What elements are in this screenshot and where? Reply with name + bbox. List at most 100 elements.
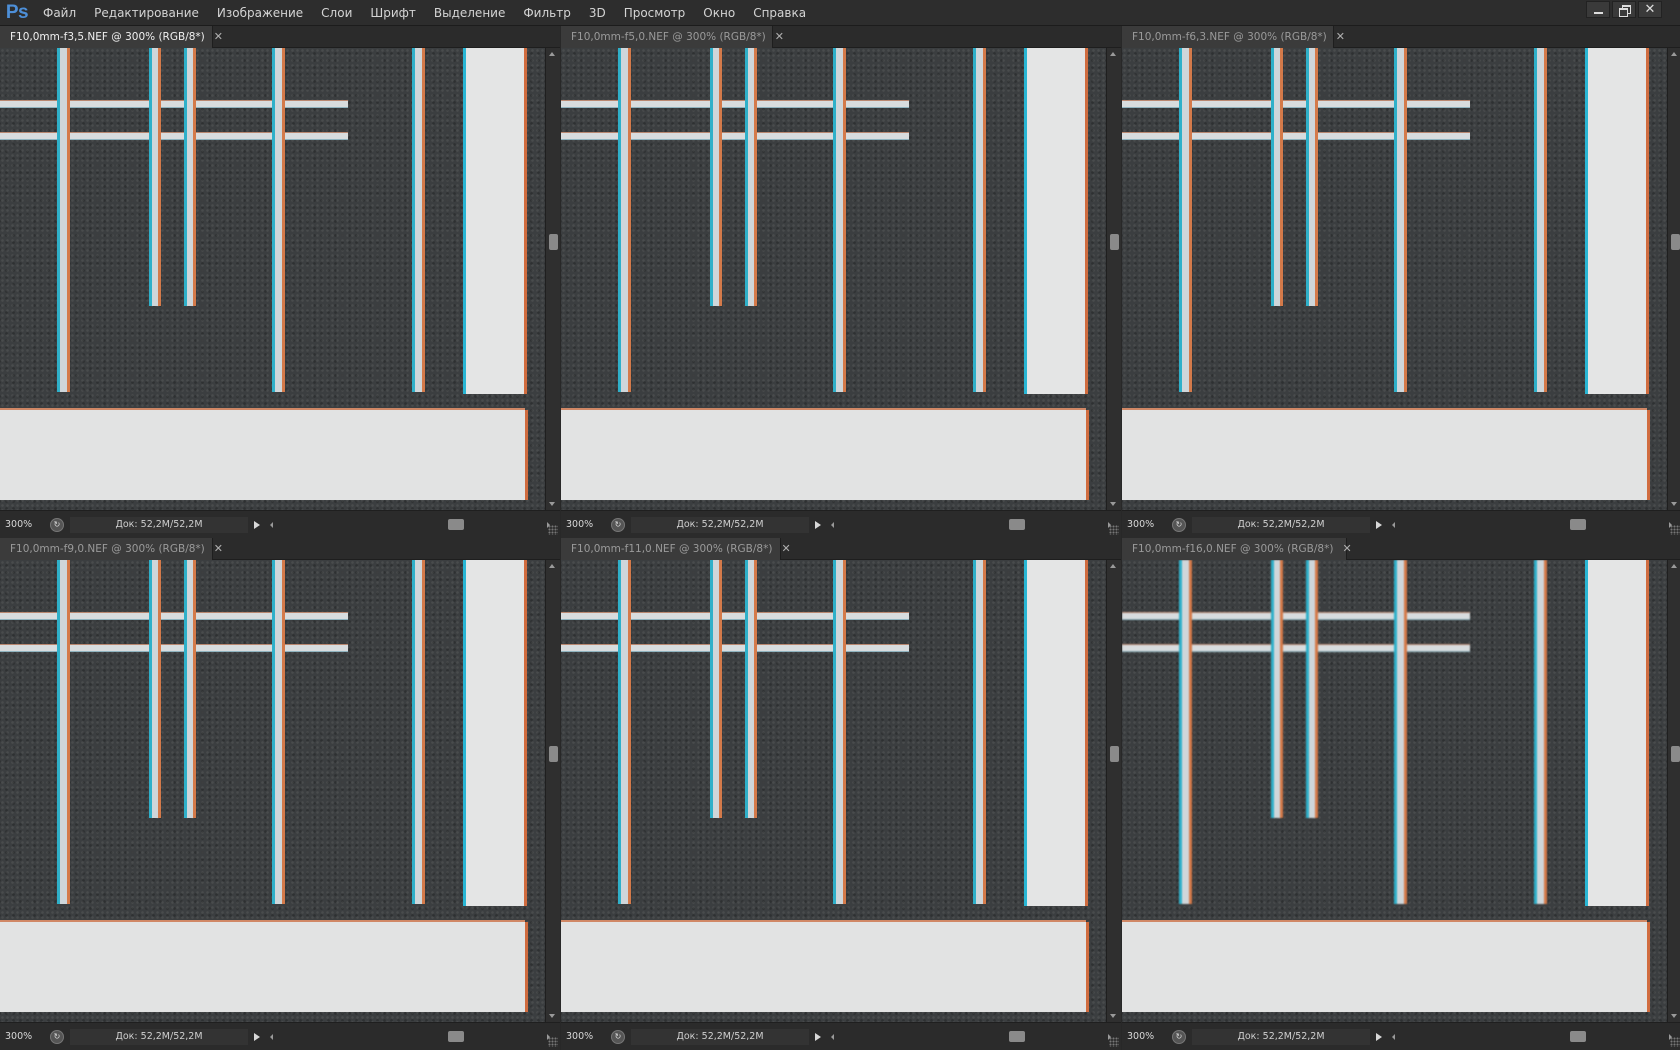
vertical-scrollbar[interactable] bbox=[1667, 560, 1680, 1022]
document-window-6[interactable]: F10,0mm-f16,0.NEF @ 300% (RGB/8*) ✕ 300% … bbox=[1122, 538, 1680, 1050]
scroll-down-arrow-icon[interactable] bbox=[1671, 502, 1677, 506]
status-menu-icon[interactable]: ↻ bbox=[611, 1029, 625, 1044]
document-window-3[interactable]: F10,0mm-f6,3.NEF @ 300% (RGB/8*) ✕ 300% ↻… bbox=[1122, 26, 1680, 538]
resize-grip-icon[interactable] bbox=[1670, 525, 1680, 535]
status-menu-arrow-icon[interactable] bbox=[254, 1032, 260, 1041]
document-tab-label[interactable]: F10,0mm-f16,0.NEF @ 300% (RGB/8*) ✕ bbox=[1132, 538, 1352, 560]
status-menu-icon[interactable]: ↻ bbox=[50, 1029, 64, 1044]
horizontal-scroll-thumb[interactable] bbox=[448, 518, 464, 530]
vertical-scroll-thumb[interactable] bbox=[1110, 746, 1119, 762]
vertical-scrollbar[interactable] bbox=[1106, 48, 1121, 510]
horizontal-scroll-thumb[interactable] bbox=[1570, 518, 1586, 530]
menu-file[interactable]: Файл bbox=[34, 0, 85, 26]
resize-grip-icon[interactable] bbox=[1109, 1037, 1119, 1047]
resize-grip-icon[interactable] bbox=[1109, 525, 1119, 535]
scroll-down-arrow-icon[interactable] bbox=[1110, 1014, 1116, 1018]
document-window-5[interactable]: F10,0mm-f11,0.NEF @ 300% (RGB/8*) ✕ 300% … bbox=[561, 538, 1121, 1050]
horizontal-scrollbar[interactable] bbox=[270, 518, 550, 531]
scroll-left-arrow-icon[interactable] bbox=[270, 521, 273, 528]
menu-3d[interactable]: 3D bbox=[580, 0, 615, 26]
status-menu-icon[interactable]: ↻ bbox=[1172, 517, 1186, 532]
vertical-scroll-thumb[interactable] bbox=[1671, 234, 1680, 250]
horizontal-scroll-thumb[interactable] bbox=[1009, 1030, 1025, 1042]
zoom-level[interactable]: 300% bbox=[1122, 1031, 1164, 1042]
menu-type[interactable]: Шрифт bbox=[361, 0, 425, 26]
image-canvas[interactable] bbox=[0, 560, 545, 1022]
scroll-up-arrow-icon[interactable] bbox=[549, 564, 555, 568]
scroll-up-arrow-icon[interactable] bbox=[1110, 564, 1116, 568]
scroll-left-arrow-icon[interactable] bbox=[831, 1033, 834, 1040]
menu-image[interactable]: Изображение bbox=[208, 0, 312, 26]
close-tab-icon[interactable]: ✕ bbox=[781, 538, 790, 560]
vertical-scroll-thumb[interactable] bbox=[1110, 234, 1119, 250]
status-menu-icon[interactable]: ↻ bbox=[611, 517, 625, 532]
horizontal-scroll-thumb[interactable] bbox=[1009, 518, 1025, 530]
horizontal-scrollbar[interactable] bbox=[1392, 1030, 1672, 1043]
image-canvas[interactable] bbox=[0, 48, 545, 510]
menu-view[interactable]: Просмотр bbox=[615, 0, 695, 26]
resize-grip-icon[interactable] bbox=[1670, 1037, 1680, 1047]
document-tab-label[interactable]: F10,0mm-f3,5.NEF @ 300% (RGB/8*) ✕ bbox=[10, 26, 223, 48]
zoom-level[interactable]: 300% bbox=[0, 519, 42, 530]
zoom-level[interactable]: 300% bbox=[1122, 519, 1164, 530]
scroll-up-arrow-icon[interactable] bbox=[1671, 564, 1677, 568]
scroll-left-arrow-icon[interactable] bbox=[1392, 521, 1395, 528]
scroll-up-arrow-icon[interactable] bbox=[1671, 52, 1677, 56]
status-menu-arrow-icon[interactable] bbox=[815, 520, 821, 529]
zoom-level[interactable]: 300% bbox=[561, 519, 603, 530]
scroll-left-arrow-icon[interactable] bbox=[831, 521, 834, 528]
status-menu-icon[interactable]: ↻ bbox=[50, 517, 64, 532]
image-canvas[interactable] bbox=[561, 560, 1106, 1022]
resize-grip-icon[interactable] bbox=[548, 525, 558, 535]
document-window-2[interactable]: F10,0mm-f5,0.NEF @ 300% (RGB/8*) ✕ 300% ↻… bbox=[561, 26, 1121, 538]
status-menu-arrow-icon[interactable] bbox=[254, 520, 260, 529]
document-window-4[interactable]: F10,0mm-f9,0.NEF @ 300% (RGB/8*) ✕ 300% ↻… bbox=[0, 538, 560, 1050]
image-canvas[interactable] bbox=[1122, 48, 1667, 510]
horizontal-scrollbar[interactable] bbox=[270, 1030, 550, 1043]
scroll-up-arrow-icon[interactable] bbox=[549, 52, 555, 56]
scroll-down-arrow-icon[interactable] bbox=[549, 502, 555, 506]
horizontal-scrollbar[interactable] bbox=[831, 518, 1111, 531]
horizontal-scrollbar[interactable] bbox=[1392, 518, 1672, 531]
zoom-level[interactable]: 300% bbox=[0, 1031, 42, 1042]
vertical-scrollbar[interactable] bbox=[1667, 48, 1680, 510]
minimize-button[interactable] bbox=[1586, 1, 1610, 18]
close-tab-icon[interactable]: ✕ bbox=[1342, 538, 1351, 560]
horizontal-scroll-thumb[interactable] bbox=[1570, 1030, 1586, 1042]
status-menu-arrow-icon[interactable] bbox=[815, 1032, 821, 1041]
resize-grip-icon[interactable] bbox=[548, 1037, 558, 1047]
scroll-down-arrow-icon[interactable] bbox=[1110, 502, 1116, 506]
status-menu-icon[interactable]: ↻ bbox=[1172, 1029, 1186, 1044]
menu-select[interactable]: Выделение bbox=[425, 0, 514, 26]
close-tab-icon[interactable]: ✕ bbox=[214, 26, 223, 48]
menu-layers[interactable]: Слои bbox=[312, 0, 361, 26]
horizontal-scrollbar[interactable] bbox=[831, 1030, 1111, 1043]
vertical-scroll-thumb[interactable] bbox=[1671, 746, 1680, 762]
scroll-down-arrow-icon[interactable] bbox=[549, 1014, 555, 1018]
scroll-left-arrow-icon[interactable] bbox=[1392, 1033, 1395, 1040]
document-tab-label[interactable]: F10,0mm-f9,0.NEF @ 300% (RGB/8*) ✕ bbox=[10, 538, 223, 560]
vertical-scrollbar[interactable] bbox=[545, 48, 560, 510]
close-tab-icon[interactable]: ✕ bbox=[1336, 26, 1345, 48]
vertical-scrollbar[interactable] bbox=[545, 560, 560, 1022]
document-tab-label[interactable]: F10,0mm-f5,0.NEF @ 300% (RGB/8*) ✕ bbox=[571, 26, 784, 48]
scroll-up-arrow-icon[interactable] bbox=[1110, 52, 1116, 56]
horizontal-scroll-thumb[interactable] bbox=[448, 1030, 464, 1042]
vertical-scroll-thumb[interactable] bbox=[549, 746, 558, 762]
document-tab-label[interactable]: F10,0mm-f11,0.NEF @ 300% (RGB/8*) ✕ bbox=[571, 538, 791, 560]
menu-edit[interactable]: Редактирование bbox=[85, 0, 208, 26]
scroll-down-arrow-icon[interactable] bbox=[1671, 1014, 1677, 1018]
document-tab-label[interactable]: F10,0mm-f6,3.NEF @ 300% (RGB/8*) ✕ bbox=[1132, 26, 1345, 48]
menu-help[interactable]: Справка bbox=[744, 0, 815, 26]
vertical-scroll-thumb[interactable] bbox=[549, 234, 558, 250]
status-menu-arrow-icon[interactable] bbox=[1376, 1032, 1382, 1041]
image-canvas[interactable] bbox=[561, 48, 1106, 510]
restore-button[interactable] bbox=[1612, 1, 1636, 18]
zoom-level[interactable]: 300% bbox=[561, 1031, 603, 1042]
close-tab-icon[interactable]: ✕ bbox=[775, 26, 784, 48]
menu-filter[interactable]: Фильтр bbox=[514, 0, 579, 26]
close-window-button[interactable]: ✕ bbox=[1638, 1, 1662, 18]
status-menu-arrow-icon[interactable] bbox=[1376, 520, 1382, 529]
image-canvas[interactable] bbox=[1122, 560, 1667, 1022]
vertical-scrollbar[interactable] bbox=[1106, 560, 1121, 1022]
